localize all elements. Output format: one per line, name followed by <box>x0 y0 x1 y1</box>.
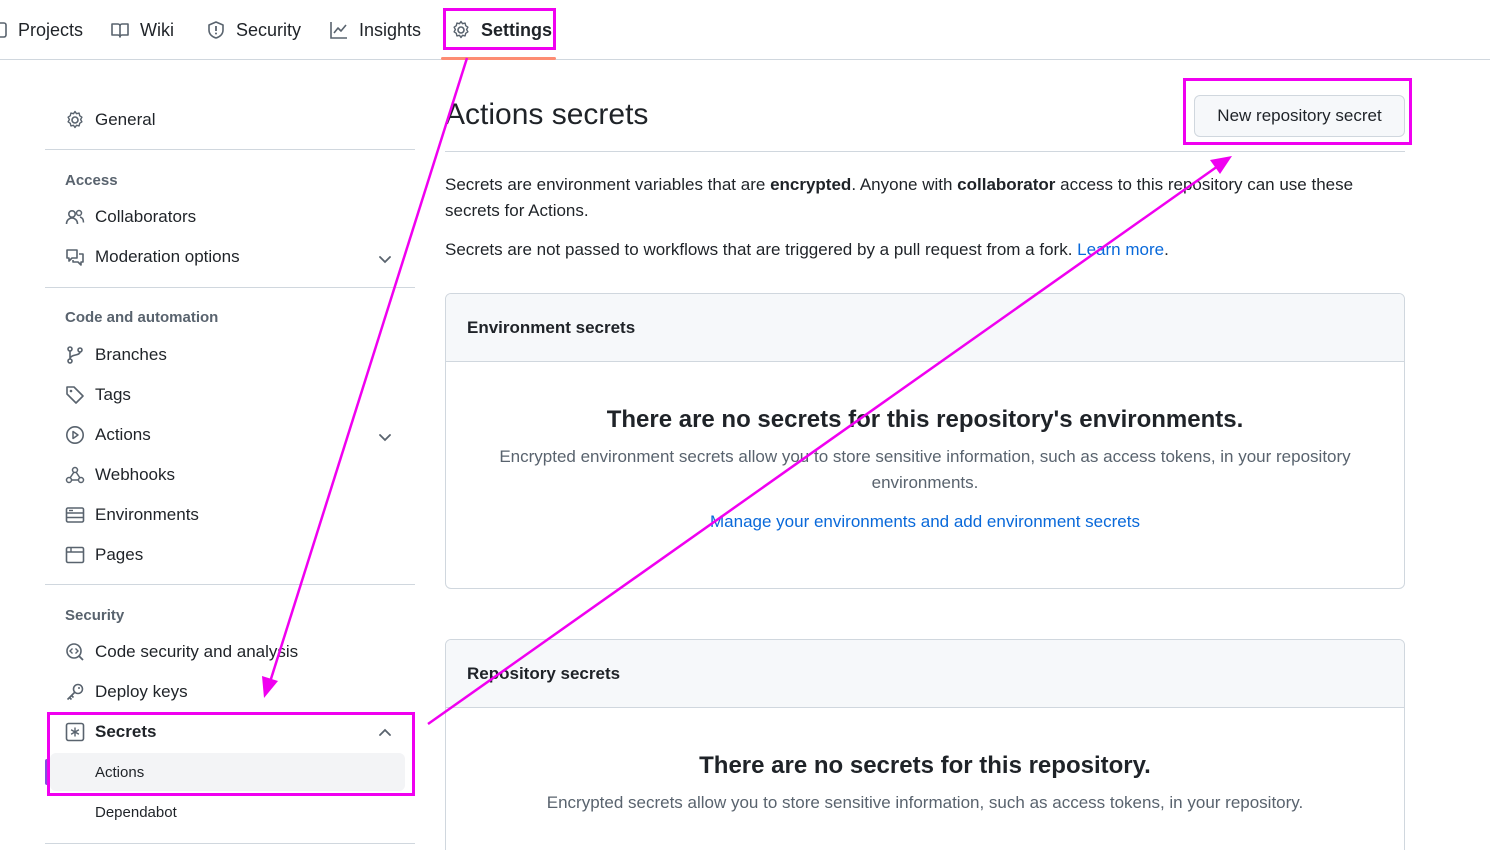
gear-icon <box>67 110 83 129</box>
play-icon <box>66 426 84 444</box>
webhook-icon <box>65 466 85 484</box>
tab-label: Projects <box>18 19 84 40</box>
intro-text-part: Secrets are environment variables that a… <box>445 175 771 194</box>
shield-icon <box>208 21 224 39</box>
tab-security[interactable]: Security <box>206 0 301 60</box>
repository-secrets-header: Repository secrets <box>446 640 1404 708</box>
tab-label: Wiki <box>140 19 174 40</box>
server-icon <box>65 507 85 523</box>
sidebar-item-actions[interactable]: Actions <box>65 420 151 450</box>
repo-blankslate-title: There are no secrets for this repository… <box>699 752 1151 779</box>
highlight-box-secrets <box>47 712 415 796</box>
people-icon <box>65 209 85 225</box>
repo-blankslate-description: Encrypted secrets allow you to store sen… <box>546 793 1304 812</box>
fork-note-text: Secrets are not passed to workflows that… <box>445 240 1078 259</box>
divider <box>45 287 415 288</box>
browser-icon <box>65 546 85 564</box>
sidebar-subitem-dependabot[interactable]: Dependabot <box>95 804 177 821</box>
divider <box>45 584 415 585</box>
learn-more-link[interactable]: Learn more <box>1077 240 1164 259</box>
sidebar-item-label: Pages <box>95 545 144 564</box>
sidebar-item-label: Moderation options <box>95 247 240 266</box>
tab-projects[interactable]: Projects <box>0 0 83 60</box>
sidebar-item-label: Code security and analysis <box>95 642 299 661</box>
divider <box>45 843 415 844</box>
tab-label: Security <box>236 19 302 40</box>
env-blankslate-description: Encrypted environment secrets allow you … <box>499 447 1351 492</box>
tab-label: Insights <box>359 19 422 40</box>
comment-discussion-icon <box>66 249 84 266</box>
fork-note-end: . <box>1164 240 1169 259</box>
codescan-icon <box>66 643 84 661</box>
sidebar-item-environments[interactable]: Environments <box>65 500 199 530</box>
env-blankslate-title: There are no secrets for this repository… <box>606 406 1244 433</box>
sidebar-item-webhooks[interactable]: Webhooks <box>65 460 175 490</box>
chevron-down-icon[interactable] <box>377 251 393 267</box>
highlight-box-new-secret <box>1183 78 1412 145</box>
tab-insights[interactable]: Insights <box>329 0 421 60</box>
section-heading-access: Access <box>65 172 118 189</box>
intro-bold-encrypted: encrypted <box>770 175 852 194</box>
tag-icon <box>66 386 84 404</box>
sidebar-item-label: Actions <box>95 425 151 444</box>
section-heading-code-automation: Code and automation <box>65 309 219 326</box>
sidebar-item-general[interactable]: General <box>65 105 155 135</box>
key-icon <box>66 683 84 701</box>
book-icon <box>111 23 129 38</box>
sidebar-item-label: Deploy keys <box>95 682 188 701</box>
sidebar-item-pages[interactable]: Pages <box>65 540 143 570</box>
sidebar-item-collaborators[interactable]: Collaborators <box>65 202 196 232</box>
chevron-down-icon[interactable] <box>377 429 393 445</box>
intro-text: Secrets are environment variables that a… <box>445 172 1375 224</box>
sidebar-item-label: General <box>95 110 156 129</box>
highlight-box-settings <box>443 8 556 50</box>
graph-icon <box>330 22 347 39</box>
manage-environments-link[interactable]: Manage your environments and add environ… <box>446 512 1404 532</box>
page-title: Actions secrets <box>445 98 649 131</box>
sidebar-item-tags[interactable]: Tags <box>65 380 131 410</box>
environment-secrets-box: Environment secrets There are no secrets… <box>445 293 1405 589</box>
environment-secrets-header: Environment secrets <box>446 294 1404 362</box>
divider <box>45 149 415 150</box>
repo-nav: Projects Wiki Security Insights Settings <box>0 0 1490 60</box>
sidebar-item-label: Collaborators <box>95 207 197 226</box>
sidebar-item-label: Tags <box>95 385 131 404</box>
intro-text-part: . Anyone with <box>851 175 958 194</box>
section-heading-security: Security <box>65 607 125 624</box>
divider <box>445 151 1405 152</box>
sidebar-item-moderation[interactable]: Moderation options <box>65 242 395 272</box>
sidebar-item-label: Webhooks <box>95 465 176 484</box>
git-branch-icon <box>67 346 83 364</box>
sidebar-item-deploy-keys[interactable]: Deploy keys <box>65 677 188 707</box>
fork-note: Secrets are not passed to workflows that… <box>445 237 1375 263</box>
sidebar-item-code-security[interactable]: Code security and analysis <box>65 637 298 667</box>
intro-bold-collaborator: collaborator <box>957 175 1056 194</box>
sidebar-item-label: Branches <box>95 345 167 364</box>
sidebar-item-branches[interactable]: Branches <box>65 340 167 370</box>
repository-secrets-box: Repository secrets There are no secrets … <box>445 639 1405 850</box>
tab-wiki[interactable]: Wiki <box>110 0 174 60</box>
main-content: Actions secrets New repository secret Se… <box>445 60 1405 850</box>
sidebar-item-label: Environments <box>95 505 199 524</box>
table-icon <box>0 22 7 38</box>
